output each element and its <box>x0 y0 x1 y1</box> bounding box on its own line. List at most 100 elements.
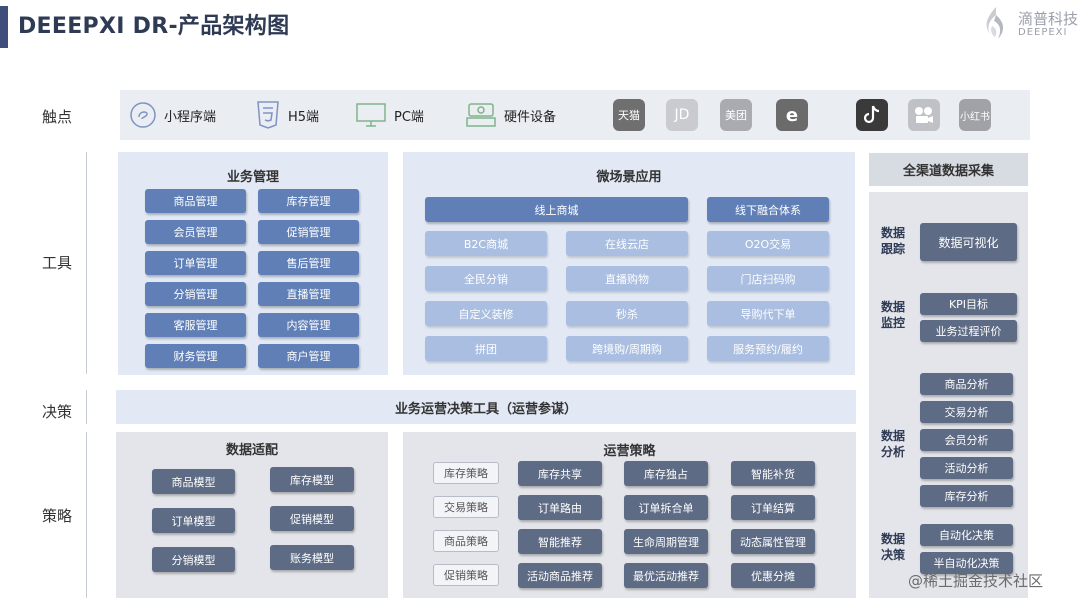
micro-scene-item: 拼团 <box>425 336 547 361</box>
data-model-item: 分销模型 <box>152 547 235 572</box>
logo-text-en: DEEPEXI <box>1018 27 1068 38</box>
strategy-item: 智能补货 <box>731 461 815 486</box>
touch-item-label: 小程序端 <box>164 109 217 125</box>
hardware-device-icon <box>466 103 496 127</box>
strategy-category-label: 促销策略 <box>433 564 499 586</box>
data-monitor-item: KPI目标 <box>920 293 1017 315</box>
douyin-icon <box>856 99 888 131</box>
row-label-strategy: 策略 <box>42 507 73 525</box>
business-item: 分销管理 <box>145 282 246 306</box>
strategy-category-label: 库存策略 <box>433 462 499 484</box>
online-mall-button: 线上商城 <box>425 197 688 222</box>
logo-text-cn: 滴普科技 <box>1018 10 1079 28</box>
jd-icon: JD <box>666 99 698 131</box>
strategy-category-label: 商品策略 <box>433 530 499 552</box>
row-label-tools: 工具 <box>42 254 73 272</box>
data-section-label: 分析 <box>881 445 906 459</box>
touch-item-h5: H5端 <box>256 101 320 129</box>
ops-strategy-panel-title: 运营策略 <box>603 444 656 459</box>
business-item: 订单管理 <box>145 251 246 275</box>
data-section-label: 数据 <box>881 300 906 314</box>
data-section-label: 数据 <box>881 226 906 240</box>
strategy-item: 库存共享 <box>518 461 602 486</box>
touch-item-label: PC端 <box>394 109 424 125</box>
row-divider <box>86 432 96 598</box>
html5-icon <box>257 101 279 129</box>
data-visualization-item: 数据可视化 <box>920 223 1017 261</box>
business-item: 客服管理 <box>145 313 246 337</box>
data-model-item: 商品模型 <box>152 469 235 494</box>
data-section-label: 数据 <box>881 532 906 546</box>
business-item: 商品管理 <box>145 189 246 213</box>
data-model-item: 账务模型 <box>270 545 354 570</box>
watermark: @稀土掘金技术社区 <box>908 572 1044 590</box>
touch-item-miniprogram: 小程序端 <box>130 102 216 128</box>
data-adapt-panel-title: 数据适配 <box>225 443 278 458</box>
business-item: 会员管理 <box>145 220 246 244</box>
strategy-item: 库存独占 <box>624 461 708 486</box>
data-section-label: 数据 <box>881 429 906 443</box>
strategy-item: 智能推荐 <box>518 529 602 554</box>
business-item: 商户管理 <box>258 344 359 368</box>
strategy-item: 订单结算 <box>731 495 815 520</box>
kuaishou-icon <box>908 99 940 131</box>
micro-scene-item: 秒杀 <box>566 301 688 326</box>
business-item: 促销管理 <box>258 220 359 244</box>
data-section-label: 监控 <box>881 316 906 330</box>
micro-scene-panel-title: 微场景应用 <box>596 170 662 185</box>
micro-scene-item: 自定义装修 <box>425 301 547 326</box>
touch-item-label: 硬件设备 <box>504 109 557 125</box>
monitor-icon <box>356 103 386 127</box>
eleme-icon: e <box>776 99 808 131</box>
data-model-item: 订单模型 <box>152 508 235 533</box>
data-model-item: 库存模型 <box>270 467 354 492</box>
data-model-item: 促销模型 <box>270 506 354 531</box>
decision-tool-bar: 业务运营决策工具（运营参谋） <box>116 390 856 424</box>
strategy-item: 最优活动推荐 <box>624 563 708 588</box>
micro-scene-item: 在线云店 <box>566 231 688 256</box>
micro-scene-item: 直播购物 <box>566 266 688 291</box>
data-analysis-item: 商品分析 <box>920 373 1013 395</box>
micro-scene-item: 门店扫码购 <box>707 266 829 291</box>
business-item: 售后管理 <box>258 251 359 275</box>
business-item: 直播管理 <box>258 282 359 306</box>
micro-scene-item: 导购代下单 <box>707 301 829 326</box>
touch-item-hardware: 硬件设备 <box>466 102 556 128</box>
miniprogram-icon <box>130 102 156 128</box>
title-accent-bar <box>0 6 8 48</box>
row-label-decision: 决策 <box>42 403 73 421</box>
deepexi-logo-icon <box>986 7 1004 39</box>
data-decision-item: 自动化决策 <box>920 524 1013 546</box>
business-item: 内容管理 <box>258 313 359 337</box>
data-analysis-item: 会员分析 <box>920 429 1013 451</box>
touch-item-label: H5端 <box>288 109 320 125</box>
business-item: 财务管理 <box>145 344 246 368</box>
row-label-touch: 触点 <box>42 108 73 126</box>
data-analysis-item: 交易分析 <box>920 401 1013 423</box>
micro-scene-item: 全民分销 <box>425 266 547 291</box>
strategy-item: 生命周期管理 <box>624 529 708 554</box>
micro-scene-item: 服务预约/履约 <box>707 336 829 361</box>
data-monitor-item: 业务过程评价 <box>920 320 1017 342</box>
strategy-item: 优惠分摊 <box>731 563 815 588</box>
data-section-label: 决策 <box>881 548 906 562</box>
strategy-item: 订单路由 <box>518 495 602 520</box>
business-item: 库存管理 <box>258 189 359 213</box>
data-section-label: 跟踪 <box>881 242 906 256</box>
strategy-item: 活动商品推荐 <box>518 563 602 588</box>
micro-scene-item: B2C商城 <box>425 231 547 256</box>
strategy-item: 动态属性管理 <box>731 529 815 554</box>
strategy-item: 订单拆合单 <box>624 495 708 520</box>
page-title: DEEEPXI DR-产品架构图 <box>18 14 290 39</box>
data-analysis-item: 活动分析 <box>920 457 1013 479</box>
offline-fusion-button: 线下融合体系 <box>707 197 829 222</box>
micro-scene-item: O2O交易 <box>707 231 829 256</box>
micro-scene-item: 跨境购/周期购 <box>566 336 688 361</box>
strategy-category-label: 交易策略 <box>433 496 499 518</box>
business-panel-title: 业务管理 <box>226 170 279 185</box>
xiaohongshu-icon: 小红书 <box>959 99 991 131</box>
touch-item-pc: PC端 <box>356 102 424 128</box>
tmall-icon: 天猫 <box>613 99 645 131</box>
data-analysis-item: 库存分析 <box>920 485 1013 507</box>
row-divider <box>86 390 96 424</box>
